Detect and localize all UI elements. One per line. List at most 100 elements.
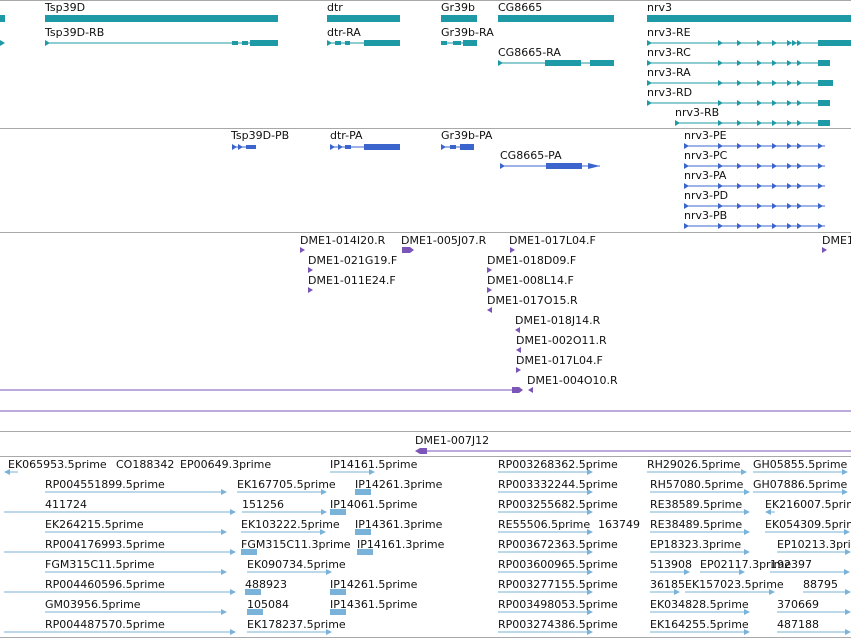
transcript-feature[interactable] bbox=[45, 40, 278, 46]
est-label: 513908 bbox=[650, 558, 692, 571]
est-label: EK164255.5prime bbox=[650, 618, 749, 631]
gene-label: dtr bbox=[327, 1, 343, 14]
transcript-feature[interactable] bbox=[441, 40, 477, 46]
est-label: 36185 bbox=[650, 578, 685, 591]
transcript-label: nrv3-RD bbox=[647, 86, 693, 99]
est-label: EK178237.5prime bbox=[247, 618, 346, 631]
primer-label: DME1-004O10.R bbox=[527, 374, 618, 387]
est-label: EK157023.5prime bbox=[685, 578, 784, 591]
est-label: 411724 bbox=[45, 498, 87, 511]
est-label: RP003600965.5prime bbox=[498, 558, 618, 571]
est-label: 488923 bbox=[245, 578, 287, 591]
est-label: EP18323.3prime bbox=[650, 538, 742, 551]
clone-label: DME1-007J12 bbox=[415, 434, 490, 447]
est-label: RP003255682.5prime bbox=[498, 498, 618, 511]
gene-feature[interactable] bbox=[647, 15, 851, 22]
est-label: FGM315C11.3prime bbox=[241, 538, 351, 551]
est-label: RE55506.5prime bbox=[498, 518, 591, 531]
primer-label: DME1-021G19.F bbox=[308, 254, 398, 267]
protein-label: Tsp39D-PB bbox=[231, 129, 290, 142]
primer-feature[interactable] bbox=[308, 287, 313, 293]
est-label: FGM315C11.5prime bbox=[45, 558, 155, 571]
est-label: EK167705.5prime bbox=[237, 478, 336, 491]
protein-label: nrv3-PA bbox=[684, 169, 727, 182]
transcript-label: nrv3-RC bbox=[647, 46, 691, 59]
protein-feature[interactable] bbox=[330, 144, 400, 150]
transcript-feature[interactable] bbox=[498, 60, 614, 66]
primer-feature[interactable] bbox=[402, 247, 410, 253]
est-label: 192397 bbox=[770, 558, 812, 571]
primer-feature[interactable] bbox=[0, 387, 533, 393]
gene-label: nrv3 bbox=[647, 1, 673, 14]
gene-feature[interactable] bbox=[45, 15, 278, 22]
est-label: RP003672363.5prime bbox=[498, 538, 618, 551]
est-label: RP004460596.5prime bbox=[45, 578, 165, 591]
est-label: EP00649.3prime bbox=[180, 458, 272, 471]
gene-label: Tsp39D bbox=[45, 1, 86, 14]
est-label: IP14361.5prime bbox=[330, 598, 418, 611]
est-label: GH05855.5prime bbox=[753, 458, 848, 471]
est-feature[interactable] bbox=[4, 509, 236, 515]
transcript-label: Tsp39D-RB bbox=[45, 26, 105, 39]
est-label: 88795 bbox=[803, 578, 838, 591]
est-label: RP003277155.5prime bbox=[498, 578, 618, 591]
est-label: 370669 bbox=[777, 598, 819, 611]
transcript-label: nrv3-RB bbox=[675, 106, 720, 119]
protein-feature[interactable] bbox=[684, 223, 825, 229]
primer-feature[interactable] bbox=[822, 247, 827, 253]
protein-label: Gr39b-PA bbox=[441, 129, 493, 142]
protein-label: dtr-PA bbox=[330, 129, 363, 142]
est-label: EK034828.5prime bbox=[650, 598, 749, 611]
primer-label: DME1 bbox=[822, 234, 851, 247]
gene-feature[interactable] bbox=[0, 15, 5, 22]
est-label: EK090734.5prime bbox=[247, 558, 346, 571]
primer-label: DME1-017O15.R bbox=[487, 294, 578, 307]
gene-feature[interactable] bbox=[327, 15, 400, 22]
primer-feature[interactable] bbox=[410, 247, 414, 253]
clone-feature[interactable] bbox=[415, 448, 851, 454]
primer-feature[interactable] bbox=[515, 327, 520, 333]
est-label: EP10213.3prime bbox=[777, 538, 851, 551]
est-label: RP003274386.5prime bbox=[498, 618, 618, 631]
est-label: RP004487570.5prime bbox=[45, 618, 165, 631]
transcript-label: nrv3-RA bbox=[647, 66, 691, 79]
est-label: RE38589.5prime bbox=[650, 498, 743, 511]
est-label: RP004551899.5prime bbox=[45, 478, 165, 491]
est-label: EK264215.5prime bbox=[45, 518, 144, 531]
est-label: RP003268362.5prime bbox=[498, 458, 618, 471]
primer-feature[interactable] bbox=[487, 307, 492, 313]
gene-feature[interactable] bbox=[441, 15, 477, 22]
primer-feature[interactable] bbox=[516, 347, 521, 353]
primer-feature[interactable] bbox=[516, 367, 521, 373]
transcript-feature[interactable] bbox=[0, 40, 5, 46]
transcript-feature[interactable] bbox=[675, 120, 830, 126]
track-separator bbox=[0, 431, 851, 432]
transcript-label: CG8665-RA bbox=[498, 46, 561, 59]
est-label: EK054309.5prime bbox=[765, 518, 851, 531]
primer-label: DME1-014I20.R bbox=[300, 234, 386, 247]
est-label: GH07886.5prime bbox=[753, 478, 848, 491]
est-label: IP14361.3prime bbox=[355, 518, 443, 531]
track-separator bbox=[0, 637, 851, 638]
est-label: IP14161.5prime bbox=[330, 458, 418, 471]
primer-feature[interactable] bbox=[308, 267, 313, 273]
protein-label: nrv3-PD bbox=[684, 189, 729, 202]
track-separator bbox=[0, 0, 851, 1]
primer-track bbox=[0, 247, 827, 393]
protein-feature[interactable] bbox=[232, 144, 256, 150]
primer-label: DME1-008L14.F bbox=[487, 274, 574, 287]
primer-feature[interactable] bbox=[487, 267, 492, 273]
gene-feature[interactable] bbox=[498, 15, 614, 22]
primer-feature[interactable] bbox=[510, 247, 515, 253]
track-separator bbox=[0, 456, 851, 457]
primer-label: DME1-017L04.F bbox=[509, 234, 596, 247]
est-label: 151256 bbox=[242, 498, 284, 511]
protein-feature[interactable] bbox=[441, 144, 474, 150]
primer-feature[interactable] bbox=[487, 287, 492, 293]
protein-feature[interactable] bbox=[500, 163, 600, 169]
protein-label: nrv3-PE bbox=[684, 129, 727, 142]
primer-label: DME1-018J14.R bbox=[515, 314, 601, 327]
est-label: IP14261.3prime bbox=[355, 478, 443, 491]
transcript-feature[interactable] bbox=[327, 40, 400, 46]
primer-feature[interactable] bbox=[300, 247, 305, 253]
